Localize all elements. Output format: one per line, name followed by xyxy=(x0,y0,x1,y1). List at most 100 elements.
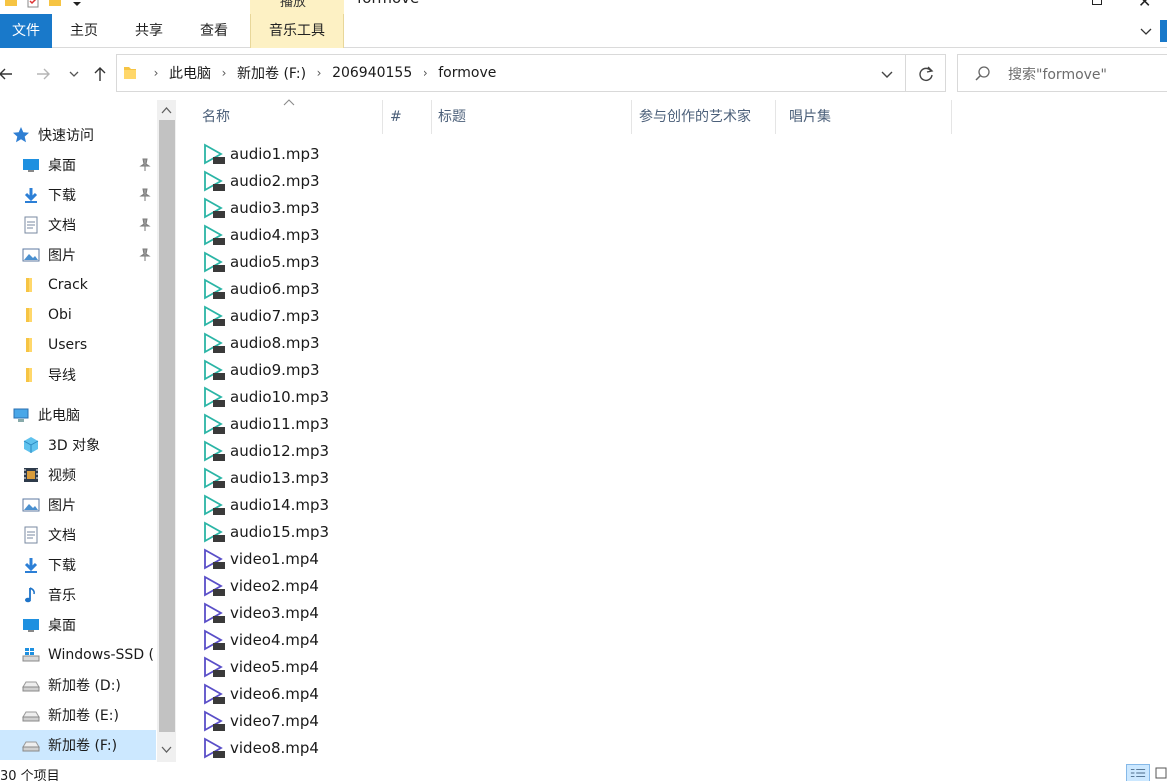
file-list-item[interactable]: video5.mp4 xyxy=(202,653,319,680)
sidebar-item[interactable]: 下载 xyxy=(0,550,156,580)
expand-ribbon-chevron-icon[interactable] xyxy=(1138,23,1154,39)
tab-file[interactable]: 文件 xyxy=(0,14,52,48)
column-divider[interactable] xyxy=(951,100,952,134)
sidebar-item[interactable]: 桌面 xyxy=(0,150,156,180)
sidebar-item[interactable]: 新加卷 (D:) xyxy=(0,670,156,700)
sidebar-item[interactable]: 新加卷 (E:) xyxy=(0,700,156,730)
breadcrumb-separator-icon[interactable]: › xyxy=(145,66,167,80)
maximize-button[interactable] xyxy=(1092,0,1102,5)
file-list-item[interactable]: video4.mp4 xyxy=(202,626,319,653)
file-list-item[interactable]: audio12.mp3 xyxy=(202,437,329,464)
file-list-item[interactable]: audio13.mp3 xyxy=(202,464,329,491)
column-title[interactable]: 标题 xyxy=(424,100,632,134)
breadcrumb-drive-f[interactable]: 新加卷 (F:) xyxy=(235,63,308,83)
chevron-down-icon[interactable] xyxy=(70,0,84,8)
pin-icon[interactable] xyxy=(138,188,152,202)
file-list-item[interactable]: video6.mp4 xyxy=(202,680,319,707)
file-list-item[interactable]: audio8.mp3 xyxy=(202,329,320,356)
audio-file-icon xyxy=(204,250,225,273)
file-list-item[interactable]: audio15.mp3 xyxy=(202,518,329,545)
recent-locations-chevron-icon[interactable] xyxy=(64,64,84,84)
tab-share[interactable]: 共享 xyxy=(122,14,176,48)
column-album[interactable]: 唱片集 xyxy=(775,100,951,134)
breadcrumb-this-pc[interactable]: 此电脑 xyxy=(167,63,213,83)
breadcrumb-separator-icon[interactable]: › xyxy=(308,66,330,80)
tab-home[interactable]: 主页 xyxy=(56,14,112,48)
file-list-item[interactable]: audio14.mp3 xyxy=(202,491,329,518)
file-list-item[interactable]: audio7.mp3 xyxy=(202,302,320,329)
sidebar-scrollbar[interactable] xyxy=(157,100,176,762)
search-box[interactable]: 搜索"formove" xyxy=(957,54,1167,92)
tab-music-tools[interactable]: 音乐工具 xyxy=(250,14,344,48)
sidebar-item[interactable]: Crack xyxy=(0,270,156,300)
sidebar-item-label: 导线 xyxy=(48,368,76,384)
breadcrumb-folder-206940155[interactable]: 206940155 xyxy=(330,65,414,81)
file-list-item[interactable]: audio6.mp3 xyxy=(202,275,320,302)
back-arrow-icon[interactable] xyxy=(0,64,16,84)
sidebar-item[interactable]: 视频 xyxy=(0,460,156,490)
sidebar-item[interactable]: 图片 xyxy=(0,490,156,520)
audio-file-icon xyxy=(204,223,225,246)
sidebar-item[interactable]: 导线 xyxy=(0,360,156,390)
sidebar-item[interactable]: Obi xyxy=(0,300,156,330)
sidebar-item-label: 新加卷 (D:) xyxy=(48,678,121,694)
file-list-item[interactable]: video2.mp4 xyxy=(202,572,319,599)
forward-arrow-icon[interactable] xyxy=(33,64,53,84)
pin-icon[interactable] xyxy=(138,218,152,232)
pin-icon[interactable] xyxy=(138,248,152,262)
address-history-chevron-icon[interactable] xyxy=(877,65,897,83)
file-list-item[interactable]: audio4.mp3 xyxy=(202,221,320,248)
search-input[interactable]: 搜索"formove" xyxy=(1008,64,1107,84)
address-bar[interactable]: › 此电脑 › 新加卷 (F:) › 206940155 › formove xyxy=(116,54,946,92)
large-icons-view-icon[interactable] xyxy=(1154,765,1167,781)
sidebar-item[interactable]: Windows-SSD ( xyxy=(0,640,156,670)
video-file-icon xyxy=(204,709,225,732)
new-folder-icon[interactable] xyxy=(48,0,62,8)
file-list-item[interactable]: audio2.mp3 xyxy=(202,167,320,194)
properties-icon[interactable] xyxy=(26,0,40,8)
folder-icon[interactable] xyxy=(4,0,18,8)
sidebar-item-label: Obi xyxy=(48,307,72,323)
sidebar-item[interactable]: 音乐 xyxy=(0,580,156,610)
file-list-item[interactable]: video1.mp4 xyxy=(202,545,319,572)
file-list-item[interactable]: audio11.mp3 xyxy=(202,410,329,437)
file-list-item[interactable]: audio9.mp3 xyxy=(202,356,320,383)
sidebar-item-label: 视频 xyxy=(48,468,76,484)
file-list-item[interactable]: video3.mp4 xyxy=(202,599,319,626)
file-list-item[interactable]: video7.mp4 xyxy=(202,707,319,734)
sidebar-item[interactable]: 桌面 xyxy=(0,610,156,640)
sidebar-item[interactable]: 此电脑 xyxy=(0,400,156,430)
file-list-item[interactable]: audio1.mp3 xyxy=(202,140,320,167)
sidebar-item[interactable]: 下载 xyxy=(0,180,156,210)
scrollbar-thumb[interactable] xyxy=(159,120,175,732)
drive-icon xyxy=(22,736,40,754)
pin-icon[interactable] xyxy=(138,158,152,172)
sidebar-item[interactable]: 3D 对象 xyxy=(0,430,156,460)
file-name: audio9.mp3 xyxy=(230,360,320,379)
breadcrumb-folder-formove[interactable]: formove xyxy=(436,65,498,81)
close-button[interactable]: ✕ xyxy=(1138,0,1151,11)
scroll-down-arrow-icon[interactable] xyxy=(161,746,172,754)
scroll-up-arrow-icon[interactable] xyxy=(161,106,172,114)
column-header-row: 名称 # 标题 参与创作的艺术家 唱片集 xyxy=(188,99,1167,134)
sidebar-item[interactable]: 新加卷 (F:) xyxy=(0,730,156,760)
refresh-icon[interactable] xyxy=(915,63,937,85)
sidebar-item[interactable]: 图片 xyxy=(0,240,156,270)
file-list-item[interactable]: video8.mp4 xyxy=(202,734,319,761)
sidebar-item[interactable]: 文档 xyxy=(0,520,156,550)
sidebar-item-label: 快速访问 xyxy=(38,128,94,144)
breadcrumb-separator-icon[interactable]: › xyxy=(414,66,436,80)
up-arrow-icon[interactable] xyxy=(90,64,110,84)
sidebar-item[interactable]: 文档 xyxy=(0,210,156,240)
file-list-item[interactable]: audio10.mp3 xyxy=(202,383,329,410)
sidebar-item[interactable]: Users xyxy=(0,330,156,360)
details-view-button[interactable] xyxy=(1126,764,1150,781)
sidebar-item[interactable]: 快速访问 xyxy=(0,120,156,150)
breadcrumb-separator-icon[interactable]: › xyxy=(213,66,235,80)
column-contributing-artists[interactable]: 参与创作的艺术家 xyxy=(625,100,775,134)
file-list-item[interactable]: audio5.mp3 xyxy=(202,248,320,275)
tab-view[interactable]: 查看 xyxy=(188,14,240,48)
file-list-item[interactable]: audio3.mp3 xyxy=(202,194,320,221)
column-name[interactable]: 名称 xyxy=(188,100,382,134)
help-button[interactable] xyxy=(1160,20,1167,42)
